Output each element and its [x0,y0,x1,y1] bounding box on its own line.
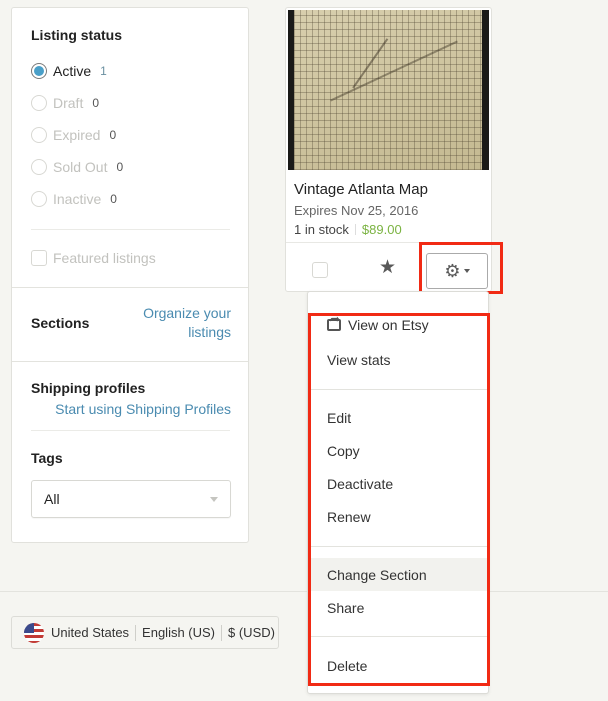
radio-button[interactable] [31,95,47,111]
currency-label: $ (USD) [228,625,275,640]
menu-item-label: Delete [327,657,368,674]
locale-settings-button[interactable]: United States English (US) $ (USD) [11,616,279,649]
featured-listings-filter[interactable]: Featured listings [31,250,156,266]
menu-item-copy[interactable]: Copy [308,434,488,467]
stock-count: 1 in stock [294,222,349,237]
external-link-icon [327,313,341,331]
language-label: English (US) [142,625,216,640]
menu-item-view-stats[interactable]: View stats [308,343,488,376]
menu-divider [308,546,488,547]
menu-item-label: Edit [327,409,352,426]
organize-listings-link[interactable]: Organize your listings [143,304,231,342]
listing-options-button[interactable]: ⚙ [426,253,488,289]
status-count: 1 [100,64,107,78]
status-count: 0 [110,192,117,206]
chevron-down-icon [210,496,218,502]
menu-item-label: Copy [327,442,360,459]
status-label: Expired [53,127,101,143]
divider [31,430,230,431]
separator [354,224,356,235]
start-shipping-profiles-link[interactable]: Start using Shipping Profiles [31,401,231,417]
listing-status-title: Listing status [31,27,123,43]
radio-button[interactable] [31,63,47,79]
card-actions-divider [286,242,491,243]
separator [135,624,137,641]
featured-checkbox[interactable] [31,250,47,266]
menu-item-label: Share [327,599,365,616]
menu-item-deactivate[interactable]: Deactivate [308,467,488,500]
footer-divider [0,591,608,592]
country-label: United States [51,625,130,640]
tags-title: Tags [31,450,63,466]
menu-item-label: View stats [327,351,391,368]
listing-thumbnail[interactable] [288,10,489,170]
us-flag-icon [24,622,44,643]
menu-item-label: Renew [327,508,371,525]
menu-item-delete[interactable]: Delete [308,649,488,682]
radio-button[interactable] [31,191,47,207]
tags-select[interactable]: All [31,480,231,518]
listing-price: $89.00 [361,222,402,237]
menu-divider [308,389,488,390]
menu-item-renew[interactable]: Renew [308,500,488,533]
map-image [294,10,482,170]
status-count: 0 [116,160,124,174]
shipping-title: Shipping profiles [31,380,146,396]
menu-item-change-section[interactable]: Change Section [308,558,488,591]
featured-label: Featured listings [53,250,156,266]
status-count: 0 [92,96,100,110]
listing-card: Vintage Atlanta Map Expires Nov 25, 2016… [285,7,492,292]
link-line: Organize your [143,305,231,321]
status-label: Draft [53,95,84,111]
listing-stock-price: 1 in stock $89.00 [294,222,402,237]
listing-expiry: Expires Nov 25, 2016 [294,203,419,218]
sections-title: Sections [31,315,90,331]
separator [221,624,223,641]
status-label: Inactive [53,191,102,207]
shipping-profiles-group: Shipping profiles Start using Shipping P… [31,380,231,417]
listing-title[interactable]: Vintage Atlanta Map [294,181,428,198]
link-line: listings [188,324,231,340]
status-label: Sold Out [53,159,108,175]
listing-options-menu: View on Etsy View stats Edit Copy Deacti… [307,291,489,694]
radio-button[interactable] [31,159,47,175]
radio-button[interactable] [31,127,47,143]
status-option-sold-out[interactable]: Sold Out 0 [31,151,231,183]
menu-item-label: Deactivate [327,475,394,492]
caret-down-icon [463,269,470,273]
status-option-inactive[interactable]: Inactive 0 [31,183,231,215]
menu-item-label: Change Section [327,566,427,583]
divider [12,287,248,288]
select-listing-checkbox[interactable] [312,262,328,278]
menu-item-share[interactable]: Share [308,591,488,624]
status-option-active[interactable]: Active 1 [31,55,231,87]
gear-icon: ⚙ [444,261,461,281]
tags-select-value: All [44,491,60,507]
status-option-expired[interactable]: Expired 0 [31,119,231,151]
menu-divider [308,636,488,637]
feature-star-icon[interactable]: ★ [379,256,396,280]
menu-item-edit[interactable]: Edit [308,401,488,434]
listing-status-group: Listing status Active 1 Draft 0 Expired … [31,27,231,215]
status-option-draft[interactable]: Draft 0 [31,87,231,119]
tags-group: Tags All [31,450,231,518]
map-road [352,38,436,122]
menu-item-view-on-etsy[interactable]: View on Etsy [308,308,488,341]
menu-item-label: View on Etsy [348,316,429,333]
divider [31,229,230,230]
sections-group: Sections Organize your listings [31,304,231,342]
divider [12,361,248,362]
filter-sidebar: Listing status Active 1 Draft 0 Expired … [11,7,249,543]
status-label: Active [53,63,92,79]
status-count: 0 [109,128,117,142]
